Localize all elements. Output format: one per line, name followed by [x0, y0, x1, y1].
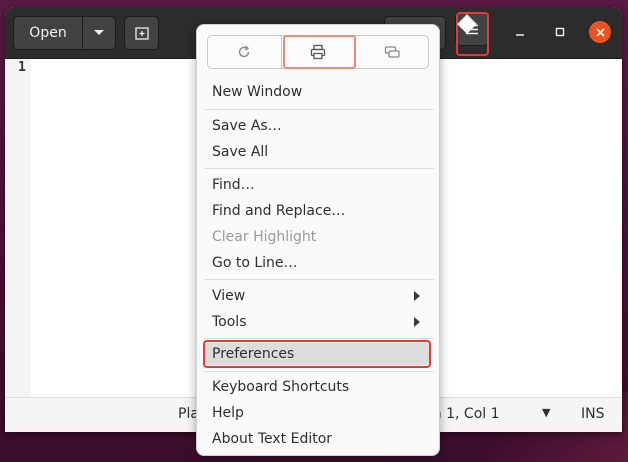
line-number: 1 [18, 60, 26, 75]
line-number-gutter [5, 59, 31, 397]
menu-item-tools[interactable]: Tools [212, 312, 247, 332]
menu-item-view[interactable]: View [212, 286, 245, 306]
menu-item-save-all[interactable]: Save All [212, 142, 268, 162]
menu-item-find-replace[interactable]: Find and Replace… [212, 201, 345, 221]
new-tab-icon [134, 27, 149, 40]
print-button-highlight [283, 35, 356, 69]
menu-separator [204, 371, 434, 372]
menu-item-about[interactable]: About Text Editor [212, 429, 332, 449]
maximize-button[interactable] [550, 22, 570, 42]
open-dropdown-button[interactable] [82, 16, 116, 50]
menu-separator [204, 168, 434, 169]
menu-item-go-to-line[interactable]: Go to Line… [212, 253, 298, 273]
minimize-icon [516, 34, 524, 36]
chevron-right-icon [414, 291, 420, 301]
menu-separator [204, 338, 434, 339]
chevron-down-icon [94, 30, 104, 35]
open-button[interactable]: Open [13, 16, 83, 50]
menu-item-find[interactable]: Find… [212, 175, 255, 195]
menu-item-keyboard-shortcuts[interactable]: Keyboard Shortcuts [212, 377, 349, 397]
close-icon [595, 27, 605, 37]
preferences-highlight [203, 340, 431, 368]
reload-icon [239, 45, 250, 58]
menu-item-help[interactable]: Help [212, 403, 244, 423]
menu-separator [204, 279, 434, 280]
close-button[interactable] [589, 21, 611, 43]
menu-item-new-window[interactable]: New Window [212, 82, 302, 102]
minimize-button[interactable] [510, 22, 530, 42]
reload-button[interactable] [208, 36, 281, 68]
menu-item-save-as[interactable]: Save As… [212, 116, 282, 136]
fullscreen-button[interactable] [354, 36, 428, 68]
maximize-icon [555, 27, 565, 37]
chevron-down-icon[interactable]: ▼ [542, 406, 550, 419]
new-tab-button[interactable] [124, 16, 159, 50]
chevron-right-icon [414, 317, 420, 327]
menu-separator [204, 109, 434, 110]
insert-mode-indicator: INS [581, 406, 605, 422]
main-menu-popover: New Window Save As… Save All Find… Find … [196, 24, 440, 456]
open-button-label: Open [29, 25, 67, 41]
fullscreen-icon [384, 46, 400, 58]
menu-item-clear-highlight: Clear Highlight [212, 229, 317, 245]
